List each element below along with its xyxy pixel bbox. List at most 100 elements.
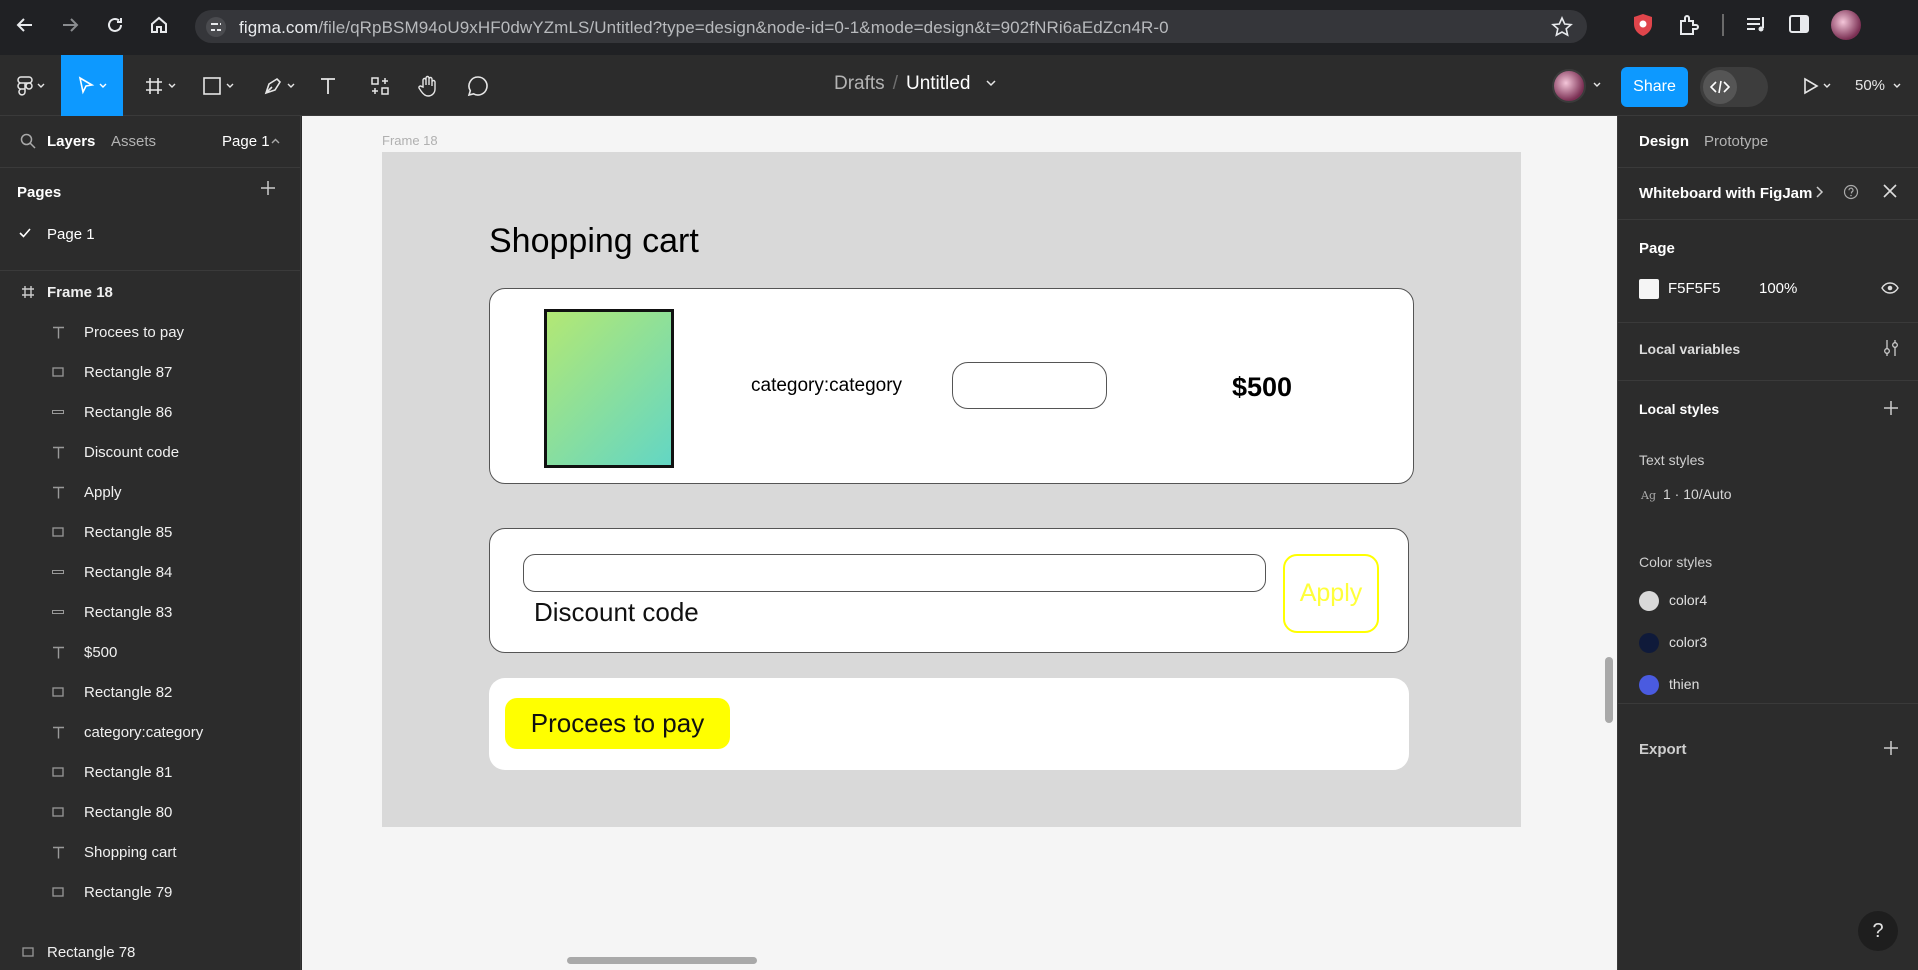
layer-item[interactable]: Rectangle 86 <box>0 392 300 432</box>
chevron-right-icon[interactable] <box>1816 186 1824 198</box>
dev-mode-toggle[interactable] <box>1700 67 1768 107</box>
add-style-icon[interactable] <box>1883 400 1899 416</box>
chevron-up-icon[interactable] <box>271 138 280 144</box>
text-style-item[interactable]: Ag 1 · 10/Auto <box>1618 480 1918 512</box>
hand-tool-button[interactable] <box>412 55 444 116</box>
design-canvas[interactable]: Frame 18 Shopping cart category:category… <box>302 116 1617 970</box>
address-bar[interactable]: figma.com/file/qRpBSM94oU9xHF0dwYZmLS/Un… <box>195 10 1587 43</box>
add-export-icon[interactable] <box>1883 740 1899 756</box>
comment-tool-button[interactable] <box>462 55 494 116</box>
media-playlist-icon[interactable] <box>1744 13 1768 37</box>
chevron-down-icon[interactable] <box>986 80 996 87</box>
tab-prototype[interactable]: Prototype <box>1704 133 1768 150</box>
local-variables-label[interactable]: Local variables <box>1639 341 1740 357</box>
resources-tool-button[interactable] <box>364 55 396 116</box>
page-selector[interactable]: Page 1 <box>222 133 270 150</box>
apply-button[interactable]: Apply <box>1283 554 1379 633</box>
page-color-swatch[interactable] <box>1639 279 1659 299</box>
page-item-page-1[interactable]: Page 1 <box>0 220 300 250</box>
frame-label[interactable]: Frame 18 <box>382 133 438 148</box>
page-background-row[interactable]: F5F5F5 100% <box>1618 275 1918 305</box>
tab-layers[interactable]: Layers <box>47 133 95 150</box>
frame-18[interactable]: Shopping cart category:category $500 Dis… <box>382 152 1521 827</box>
help-button[interactable]: ? <box>1858 911 1898 951</box>
tab-assets[interactable]: Assets <box>111 133 156 150</box>
zoom-menu[interactable]: 50% <box>1855 77 1901 94</box>
cart-item-card[interactable]: category:category $500 <box>489 288 1414 484</box>
shield-extension-icon[interactable] <box>1632 13 1654 37</box>
layer-item[interactable]: Apply <box>0 472 300 512</box>
pages-header: Pages <box>17 184 62 201</box>
layer-frame-18[interactable]: Frame 18 <box>0 272 300 312</box>
share-button[interactable]: Share <box>1621 67 1688 107</box>
discount-card[interactable]: Discount code Apply <box>489 528 1409 653</box>
vertical-scrollbar[interactable] <box>1605 657 1613 723</box>
discount-input-box[interactable] <box>523 554 1266 592</box>
frame-tool-button[interactable] <box>138 55 182 116</box>
price-text[interactable]: $500 <box>1232 372 1292 403</box>
bookmark-star-icon[interactable] <box>1551 16 1573 38</box>
eye-icon[interactable] <box>1881 282 1899 294</box>
layer-item[interactable]: Discount code <box>0 432 300 472</box>
layer-item[interactable]: Rectangle 84 <box>0 552 300 592</box>
layer-item[interactable]: category:category <box>0 712 300 752</box>
back-icon[interactable] <box>11 11 39 39</box>
layer-item[interactable]: $500 <box>0 632 300 672</box>
site-settings-icon[interactable] <box>205 16 227 38</box>
export-label[interactable]: Export <box>1639 741 1687 758</box>
help-circle-icon[interactable] <box>1843 184 1859 200</box>
main-menu-button[interactable] <box>8 55 54 116</box>
layer-item[interactable]: Procees to pay <box>0 312 300 352</box>
whiteboard-banner[interactable]: Whiteboard with FigJam <box>1618 168 1918 218</box>
home-icon[interactable] <box>145 11 173 39</box>
zoom-level: 50% <box>1855 77 1886 94</box>
layer-name: Rectangle 82 <box>84 683 173 701</box>
text-tool-button[interactable] <box>312 55 344 116</box>
quantity-box[interactable] <box>952 362 1107 409</box>
layer-item[interactable]: Shopping cart <box>0 832 300 872</box>
proceed-to-pay-button[interactable]: Procees to pay <box>505 698 730 749</box>
layer-item[interactable]: Rectangle 80 <box>0 792 300 832</box>
payment-card[interactable]: Procees to pay <box>489 678 1409 770</box>
page-color-hex[interactable]: F5F5F5 <box>1668 280 1721 297</box>
hand-icon <box>417 75 439 97</box>
discount-code-label[interactable]: Discount code <box>534 597 699 628</box>
profile-avatar[interactable] <box>1831 10 1861 40</box>
pen-tool-button[interactable] <box>257 55 301 116</box>
shopping-cart-title[interactable]: Shopping cart <box>489 222 699 261</box>
present-button[interactable] <box>1796 55 1838 116</box>
search-icon[interactable] <box>20 133 36 149</box>
drafts-link[interactable]: Drafts <box>834 73 885 94</box>
category-text[interactable]: category:category <box>751 375 902 397</box>
chevron-down-icon <box>37 83 45 89</box>
layer-item[interactable]: Rectangle 81 <box>0 752 300 792</box>
layer-item[interactable]: Rectangle 82 <box>0 672 300 712</box>
layer-name: Procees to pay <box>84 323 185 341</box>
chevron-down-icon[interactable] <box>1593 82 1601 88</box>
extensions-puzzle-icon[interactable] <box>1677 13 1701 37</box>
add-page-icon[interactable] <box>260 180 276 196</box>
variables-sliders-icon[interactable] <box>1883 339 1899 357</box>
layer-item[interactable]: Rectangle 79 <box>0 872 300 912</box>
close-icon[interactable] <box>1883 184 1897 198</box>
color-style-item[interactable]: color4 <box>1618 586 1918 616</box>
horizontal-scrollbar[interactable] <box>567 957 757 964</box>
chevron-down-icon <box>99 83 107 89</box>
user-avatar[interactable] <box>1552 69 1586 103</box>
shape-tool-button[interactable] <box>196 55 240 116</box>
forward-icon[interactable] <box>56 11 84 39</box>
layer-item[interactable]: Rectangle 83 <box>0 592 300 632</box>
layer-item[interactable]: Rectangle 87 <box>0 352 300 392</box>
page-opacity[interactable]: 100% <box>1759 280 1797 297</box>
page-section-header: Page <box>1639 240 1675 257</box>
reload-icon[interactable] <box>101 11 129 39</box>
file-name[interactable]: Untitled <box>906 73 970 94</box>
product-image[interactable] <box>544 309 674 468</box>
tab-design[interactable]: Design <box>1639 133 1689 150</box>
color-style-item[interactable]: thien <box>1618 670 1918 700</box>
side-panel-icon[interactable] <box>1788 13 1810 35</box>
layer-rectangle-78[interactable]: Rectangle 78 <box>0 932 300 970</box>
layer-item[interactable]: Rectangle 85 <box>0 512 300 552</box>
move-tool-button[interactable] <box>61 55 123 116</box>
color-style-item[interactable]: color3 <box>1618 628 1918 658</box>
